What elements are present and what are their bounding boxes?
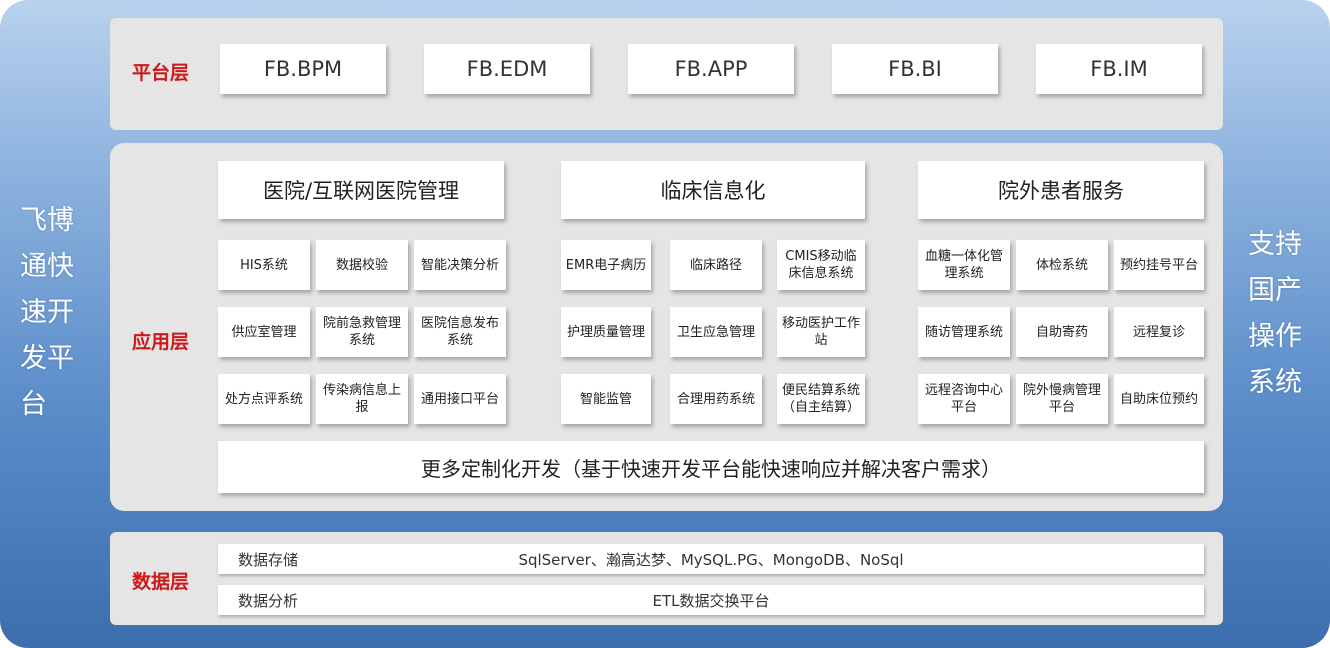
app-item: 移动医护工作站 xyxy=(777,307,865,357)
data-row-value: SqlServer、瀚高达梦、MySQL.PG、MongoDB、NoSql xyxy=(518,551,904,569)
platform-layer-panel: 平台层 FB.BPM FB.EDM FB.APP FB.BI FB.IM xyxy=(110,18,1223,130)
platform-item-bpm: FB.BPM xyxy=(220,44,386,94)
section-header-outpatient: 院外患者服务 xyxy=(918,161,1204,219)
right-caption-line: 支持 xyxy=(1248,229,1302,260)
left-caption-line: 通快 xyxy=(20,251,74,282)
section-header-hospital: 医院/互联网医院管理 xyxy=(218,161,504,219)
app-item: 卫生应急管理 xyxy=(670,307,762,357)
left-side-caption: 飞博 通快 速开 发平 台 xyxy=(20,198,80,428)
app-item: 预约挂号平台 xyxy=(1114,240,1204,290)
application-layer-panel: 应用层 医院/互联网医院管理 临床信息化 院外患者服务 HIS系统 数据校验 智… xyxy=(110,143,1223,511)
app-item: 自助床位预约 xyxy=(1114,374,1204,424)
app-item: 数据校验 xyxy=(316,240,408,290)
data-row-value: ETL数据交换平台 xyxy=(652,592,770,610)
platform-item-bi: FB.BI xyxy=(832,44,998,94)
application-layer-label: 应用层 xyxy=(132,331,190,353)
architecture-diagram: 飞博 通快 速开 发平 台 支持 国产 操作 系统 平台层 FB.BPM FB.… xyxy=(0,0,1330,648)
platform-layer-label: 平台层 xyxy=(132,62,190,84)
right-caption-line: 国产 xyxy=(1248,275,1302,306)
app-item: 供应室管理 xyxy=(218,307,310,357)
app-item: 血糖一体化管理系统 xyxy=(918,240,1010,290)
app-item: EMR电子病历 xyxy=(561,240,651,290)
left-caption-line: 飞博 xyxy=(20,205,74,236)
app-item: 院外慢病管理平台 xyxy=(1016,374,1108,424)
platform-item-app: FB.APP xyxy=(628,44,794,94)
app-item: 随访管理系统 xyxy=(918,307,1010,357)
app-item: 临床路径 xyxy=(670,240,762,290)
platform-item-im: FB.IM xyxy=(1036,44,1202,94)
app-item: CMIS移动临床信息系统 xyxy=(777,240,865,290)
app-item: 护理质量管理 xyxy=(561,307,651,357)
app-item: 通用接口平台 xyxy=(414,374,506,424)
app-item: 远程复诊 xyxy=(1114,307,1204,357)
left-caption-line: 发平 xyxy=(20,343,74,374)
app-item: 智能决策分析 xyxy=(414,240,506,290)
data-row-analysis: 数据分析 ETL数据交换平台 xyxy=(218,585,1204,615)
right-caption-line: 系统 xyxy=(1248,367,1302,398)
section-header-clinical: 临床信息化 xyxy=(561,161,865,219)
app-item: 远程咨询中心平台 xyxy=(918,374,1010,424)
app-item: 自助寄药 xyxy=(1016,307,1108,357)
app-item: 院前急救管理系统 xyxy=(316,307,408,357)
app-item: 智能监管 xyxy=(561,374,651,424)
data-layer-panel: 数据层 数据存储 SqlServer、瀚高达梦、MySQL.PG、MongoDB… xyxy=(110,532,1223,625)
left-caption-line: 速开 xyxy=(20,297,74,328)
platform-item-edm: FB.EDM xyxy=(424,44,590,94)
app-item: 处方点评系统 xyxy=(218,374,310,424)
right-caption-line: 操作 xyxy=(1248,321,1302,352)
app-item: 便民结算系统（自主结算） xyxy=(777,374,865,424)
app-item: 合理用药系统 xyxy=(670,374,762,424)
app-item: 体检系统 xyxy=(1016,240,1108,290)
data-layer-label: 数据层 xyxy=(132,571,190,593)
app-item: 传染病信息上报 xyxy=(316,374,408,424)
right-side-caption: 支持 国产 操作 系统 xyxy=(1248,222,1308,406)
data-row-storage: 数据存储 SqlServer、瀚高达梦、MySQL.PG、MongoDB、NoS… xyxy=(218,544,1204,574)
app-item: HIS系统 xyxy=(218,240,310,290)
left-caption-line: 台 xyxy=(20,389,47,420)
custom-development-banner: 更多定制化开发（基于快速开发平台能快速响应并解决客户需求） xyxy=(218,441,1204,493)
app-item: 医院信息发布系统 xyxy=(414,307,506,357)
